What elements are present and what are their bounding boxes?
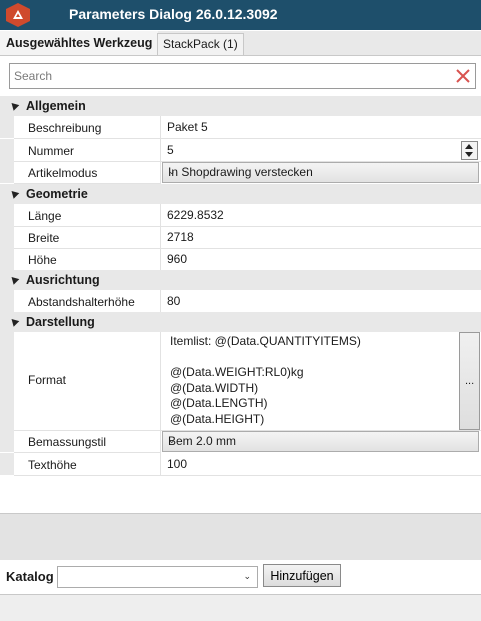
property-label: Abstandshalterhöhe [28, 295, 135, 309]
title-bar: Parameters Dialog 26.0.12.3092 [0, 0, 481, 30]
status-bar [0, 594, 481, 621]
katalog-bar: Katalog ⌄ Hinzufügen [0, 561, 481, 593]
app-logo-icon [6, 3, 30, 27]
category-label: Allgemein [26, 99, 86, 113]
katalog-dropdown[interactable]: ⌄ [57, 566, 258, 588]
laenge-field[interactable]: 6229.8532 [161, 204, 481, 227]
tab-stackpack[interactable]: StackPack (1) [157, 33, 244, 55]
stepper-down-icon[interactable] [465, 152, 473, 157]
property-label: Höhe [28, 253, 57, 267]
property-row-nummer: Nummer 5 [0, 139, 481, 162]
button-label: ... [465, 375, 475, 387]
collapse-triangle-icon[interactable] [8, 100, 20, 111]
property-row-artikelmodus: Artikelmodus In Shopdrawing verstecken ⌄ [0, 161, 481, 184]
category-ausrichtung[interactable]: Ausrichtung [0, 270, 481, 290]
property-label: Texthöhe [28, 458, 77, 472]
property-value: 960 [167, 252, 188, 266]
property-row-beschreibung: Beschreibung Paket 5 [0, 116, 481, 139]
property-row-breite: Breite 2718 [0, 226, 481, 249]
property-row-laenge: Länge 6229.8532 [0, 204, 481, 227]
category-label: Geometrie [26, 187, 88, 201]
property-label: Artikelmodus [28, 166, 98, 180]
tab-strip: Ausgewähltes Werkzeug StackPack (1) [0, 31, 481, 56]
collapse-triangle-icon[interactable] [8, 188, 20, 199]
format-edit-button[interactable]: ... [459, 332, 480, 430]
property-row-bemassungstil: Bemassungstil Bem 2.0 mm ⌄ [0, 430, 481, 453]
nummer-field[interactable]: 5 [161, 139, 481, 162]
property-row-abstandshalterhoehe: Abstandshalterhöhe 80 [0, 290, 481, 313]
property-value: 100 [167, 457, 188, 471]
property-label: Format [28, 373, 67, 387]
property-row-hoehe: Höhe 960 [0, 248, 481, 271]
artikelmodus-dropdown[interactable]: In Shopdrawing verstecken ⌄ [162, 162, 479, 183]
property-label: Nummer [28, 144, 75, 158]
chevron-down-icon: ⌄ [168, 435, 176, 445]
nummer-stepper[interactable] [461, 141, 478, 160]
category-label: Darstellung [26, 315, 95, 329]
tab-ausgewaehltes-werkzeug[interactable]: Ausgewähltes Werkzeug [0, 31, 159, 55]
property-value: 80 [167, 294, 181, 308]
abstandshalterhoehe-field[interactable]: 80 [161, 290, 481, 313]
katalog-label: Katalog [6, 569, 54, 584]
chevron-down-icon: ⌄ [243, 571, 251, 581]
category-geometrie[interactable]: Geometrie [0, 184, 481, 204]
window-title: Parameters Dialog 26.0.12.3092 [69, 6, 278, 22]
property-value: 2718 [167, 230, 194, 244]
add-button[interactable]: Hinzufügen [263, 564, 341, 587]
property-label: Länge [28, 209, 62, 223]
description-panel [0, 513, 481, 560]
category-allgemein[interactable]: Allgemein [0, 96, 481, 116]
collapse-triangle-icon[interactable] [8, 316, 20, 327]
property-value: Paket 5 [167, 120, 208, 134]
close-icon[interactable] [454, 67, 472, 85]
beschreibung-field[interactable]: Paket 5 [161, 116, 481, 139]
property-label: Beschreibung [28, 121, 102, 135]
property-label: Breite [28, 231, 60, 245]
breite-field[interactable]: 2718 [161, 226, 481, 249]
category-darstellung[interactable]: Darstellung [0, 312, 481, 332]
bemassungstil-dropdown[interactable]: Bem 2.0 mm ⌄ [162, 431, 479, 452]
hoehe-field[interactable]: 960 [161, 248, 481, 271]
texthoehe-field[interactable]: 100 [161, 453, 481, 476]
format-value[interactable]: Itemlist: @(Data.QUANTITYITEMS) @(Data.W… [170, 334, 361, 427]
property-row-texthoehe: Texthöhe 100 [0, 453, 481, 476]
search-box [9, 63, 476, 89]
chevron-down-icon: ⌄ [168, 166, 176, 176]
property-label: Bemassungstil [28, 435, 107, 449]
property-value: 6229.8532 [167, 208, 224, 222]
search-input[interactable] [14, 67, 444, 84]
category-label: Ausrichtung [26, 273, 100, 287]
stepper-up-icon[interactable] [465, 144, 473, 149]
property-value: 5 [167, 143, 174, 157]
collapse-triangle-icon[interactable] [8, 274, 20, 285]
